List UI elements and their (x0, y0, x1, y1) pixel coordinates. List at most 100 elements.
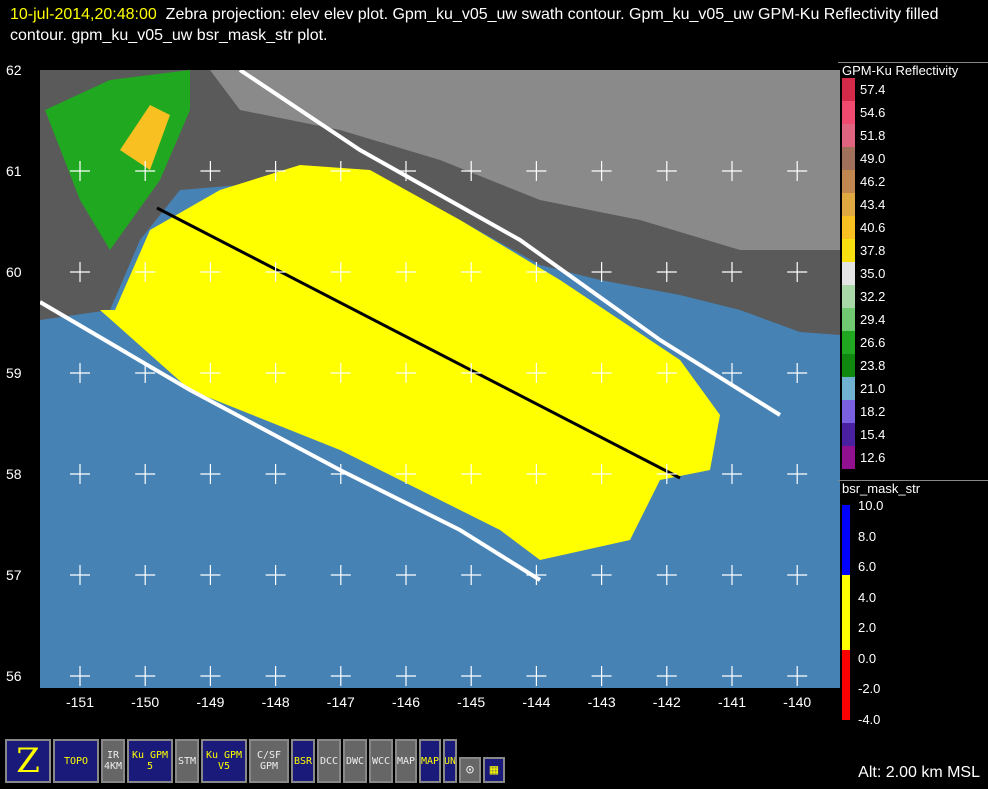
lon-label: -142 (652, 694, 681, 710)
lon-label: -140 (783, 694, 812, 710)
legend-label: 37.8 (860, 243, 886, 258)
toolbar-button-wcc[interactable]: WCC (369, 739, 393, 783)
plot-title: 10-jul-2014,20:48:00 Zebra projection: e… (10, 4, 985, 46)
lon-label: -148 (261, 694, 290, 710)
legend-label: 23.8 (860, 358, 886, 373)
legend-swatch (842, 147, 855, 170)
legend-label: 2.0 (858, 620, 877, 635)
legend-item: 12.6 (838, 446, 988, 469)
lon-label: -146 (391, 694, 421, 710)
legend-swatch (842, 239, 855, 262)
lon-label: -149 (196, 694, 225, 710)
altitude-status: Alt: 2.00 km MSL (858, 764, 980, 781)
legend-item: 46.2 (838, 170, 988, 193)
color-blue (842, 505, 850, 575)
legend-swatch (842, 331, 855, 354)
legend-label: 21.0 (860, 381, 886, 396)
toolbar-button-bounds[interactable]: BOUNDS (443, 739, 457, 783)
reflectivity-legend: GPM-Ku Reflectivity 57.4 54.6 51.8 49.0 46.2… (838, 62, 988, 469)
legend-label: 15.4 (860, 427, 886, 442)
legend-label: 54.6 (860, 105, 886, 120)
legend-label: 6.0 (858, 559, 877, 574)
legend-label: 46.2 (860, 174, 886, 189)
map-plot[interactable] (40, 70, 840, 688)
toolbar-button--[interactable]: ⊙ (459, 757, 481, 783)
legend-label: 29.4 (860, 312, 886, 327)
toolbar-button-topo[interactable]: TOPO (53, 739, 99, 783)
lon-label: -144 (522, 694, 551, 710)
legend-swatch (842, 308, 855, 331)
lat-label: 62 (6, 62, 22, 78)
legend-title: GPM-Ku Reflectivity (838, 62, 988, 78)
lon-label: -150 (131, 694, 160, 710)
legend-item: 21.0 (838, 377, 988, 400)
legend-item: 26.6 (838, 331, 988, 354)
legend-label: 40.6 (860, 220, 886, 235)
toolbar-button--[interactable]: ▦ (483, 757, 505, 783)
toolbar: Z TOPO IR 4KM Ku GPM 5 STM Ku GPM V5 C/SF GPM B… (5, 739, 505, 783)
legend-label: 35.0 (860, 266, 886, 281)
legend-label: 43.4 (860, 197, 886, 212)
legend-swatch (842, 423, 855, 446)
legend-item: 51.8 (838, 124, 988, 147)
legend-swatch (842, 446, 855, 469)
legend-label: 57.4 (860, 82, 886, 97)
legend-label: 8.0 (858, 528, 877, 544)
toolbar-button-dcc[interactable]: DCC (317, 739, 341, 783)
lon-label: -151 (65, 694, 95, 710)
lon-label: -145 (457, 694, 486, 710)
legend-title: bsr_mask_str (838, 480, 988, 496)
legend-swatch (842, 400, 855, 423)
legend-label: 10.0 (858, 498, 884, 513)
color-yellow (842, 575, 850, 650)
legend-label: 18.2 (860, 404, 886, 419)
legend-item: 37.8 (838, 239, 988, 262)
toolbar-button-stm[interactable]: STM (175, 739, 199, 783)
legend-swatch (842, 193, 855, 216)
lon-label: -143 (587, 694, 616, 710)
legend-item: 43.4 (838, 193, 988, 216)
legend-label: 4.0 (858, 589, 877, 605)
color-red (842, 650, 850, 720)
legend-item: 18.2 (838, 400, 988, 423)
legend-swatch (842, 216, 855, 239)
legend-item: 54.6 (838, 101, 988, 124)
legend-label: 26.6 (860, 335, 886, 350)
bsr-mask-legend: bsr_mask_str 10.0 8.0 6.0 4.0 2.0 0.0 -2.0 -4.0 (838, 480, 988, 727)
lon-label: -147 (326, 694, 355, 710)
legend-item: 15.4 (838, 423, 988, 446)
legend-swatch (842, 377, 855, 400)
legend-label: 32.2 (860, 289, 886, 304)
legend-label: 51.8 (860, 128, 886, 143)
legend-item: 23.8 (838, 354, 988, 377)
legend-swatch (842, 354, 855, 377)
toolbar-button-c-sf-gpm[interactable]: C/SF GPM (249, 739, 289, 783)
toolbar-button-ku-gpm-v5[interactable]: Ku GPM V5 (201, 739, 247, 783)
legend-swatch (842, 262, 855, 285)
plot-time: 10-jul-2014,20:48:00 (10, 6, 157, 23)
toolbar-button-z[interactable]: Z (5, 739, 51, 783)
legend-label: -4.0 (858, 711, 881, 727)
toolbar-button-map[interactable]: MAP (419, 739, 441, 783)
lat-label: 61 (6, 163, 22, 179)
legend-item: 29.4 (838, 308, 988, 331)
toolbar-button-ir-4km[interactable]: IR 4KM (101, 739, 125, 783)
toolbar-button-map[interactable]: MAP (395, 739, 417, 783)
lon-label: -141 (717, 694, 747, 710)
toolbar-button-bsr[interactable]: BSR (291, 739, 315, 783)
lat-label: 57 (6, 567, 22, 583)
legend-item: 32.2 (838, 285, 988, 308)
lat-label: 56 (6, 668, 22, 684)
legend-label: 12.6 (860, 450, 886, 465)
lat-label: 59 (6, 365, 22, 381)
legend-swatch (842, 285, 855, 308)
legend-item: 57.4 (838, 78, 988, 101)
legend-swatch (842, 78, 855, 101)
lat-label: 58 (6, 466, 22, 482)
legend-label: 0.0 (858, 650, 877, 666)
toolbar-button-dwc[interactable]: DWC (343, 739, 367, 783)
legend-swatch (842, 124, 855, 147)
toolbar-button-ku-gpm-5[interactable]: Ku GPM 5 (127, 739, 173, 783)
legend-item: 40.6 (838, 216, 988, 239)
lat-label: 60 (6, 264, 22, 280)
